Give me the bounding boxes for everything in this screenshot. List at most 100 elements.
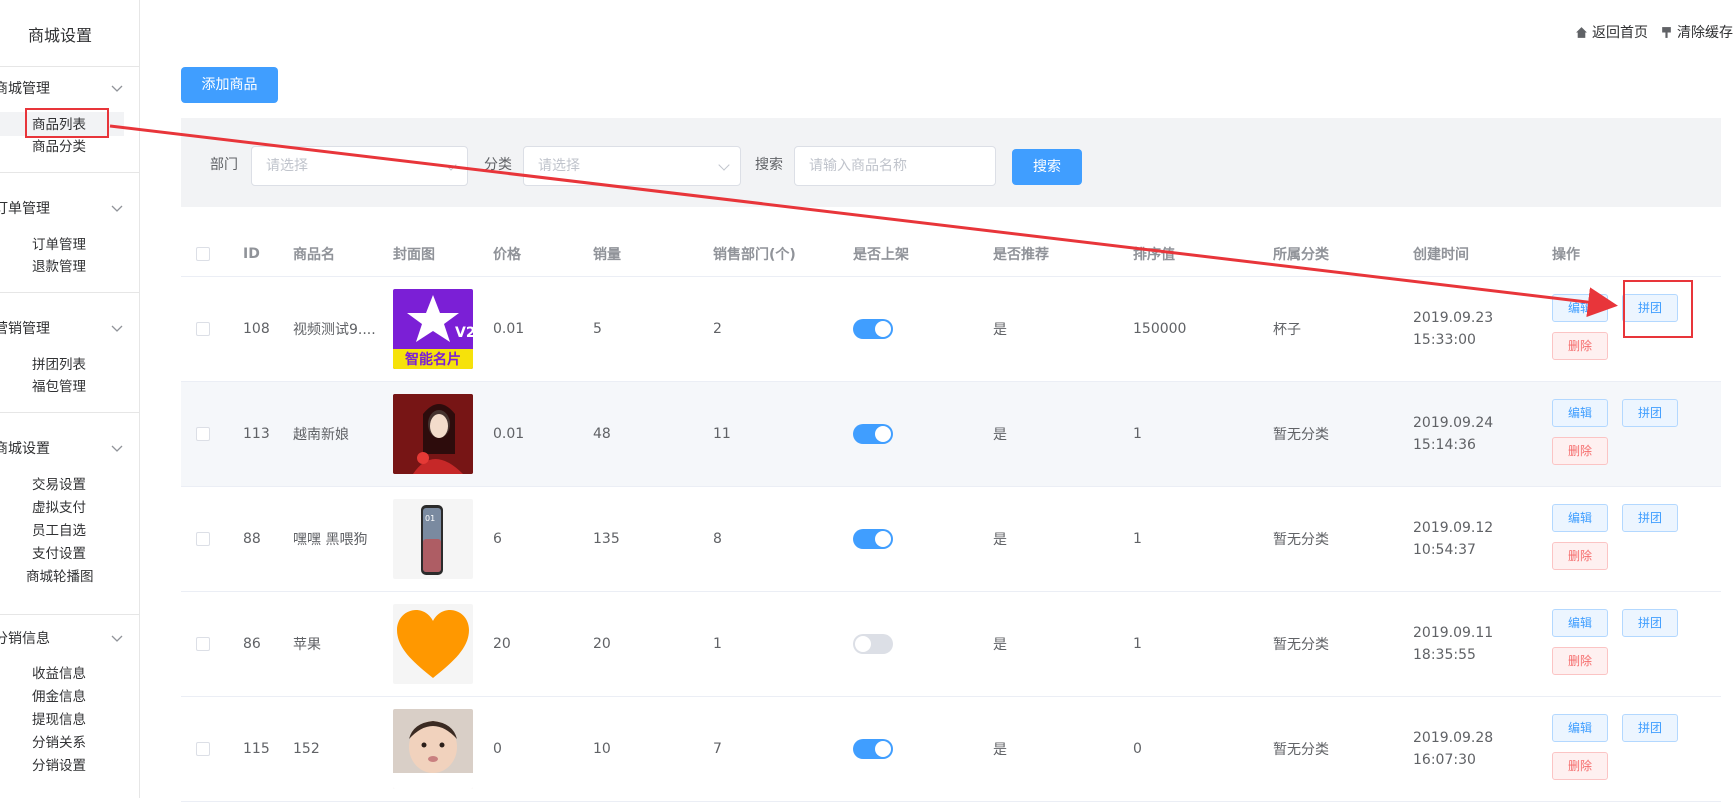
created-time: 15:33:00 — [1413, 331, 1476, 348]
filter-bar: 部门 请选择 分类 请选择 搜索 请输入商品名称 搜索 — [181, 118, 1721, 207]
created-date: 2019.09.12 — [1413, 519, 1494, 536]
dept-select[interactable]: 请选择 — [251, 146, 468, 186]
created-date: 2019.09.23 — [1413, 309, 1494, 326]
name-cell: 152 — [293, 696, 393, 802]
sidebar-item-refunds[interactable]: 退款管理 — [32, 256, 86, 278]
dept-label: 部门 — [210, 157, 238, 173]
chevron-down-icon — [111, 445, 123, 452]
listed-cell — [853, 486, 993, 592]
sidebar-item-commission[interactable]: 佣金信息 — [32, 686, 86, 708]
edit-button[interactable]: 编辑 — [1552, 293, 1608, 322]
cover-cell — [393, 696, 493, 802]
delete-button[interactable]: 删除 — [1552, 331, 1608, 360]
recommend-cell: 是 — [993, 381, 1133, 487]
toggle-knob — [855, 635, 871, 652]
sort-cell: 150000 — [1133, 276, 1273, 382]
cover-image: 01 — [393, 498, 473, 579]
table-header-row: ID 商品名 封面图 价格 销量 销售部门(个) 是否上架 是否推荐 排序值 所… — [181, 232, 1721, 277]
edit-button[interactable]: 编辑 — [1552, 398, 1608, 427]
row-select-cell — [181, 381, 243, 487]
edit-button[interactable]: 编辑 — [1552, 503, 1608, 532]
sidebar-item-orders[interactable]: 订单管理 — [32, 234, 86, 256]
column-header: 商品名 — [293, 232, 393, 277]
column-header: 所属分类 — [1273, 232, 1413, 277]
brush-icon — [1662, 26, 1671, 38]
cover-cell — [393, 381, 493, 487]
sidebar-item-trade-settings[interactable]: 交易设置 — [32, 474, 86, 496]
sidebar-item-virtual-pay[interactable]: 虚拟支付 — [32, 497, 86, 519]
select-all-cell — [181, 232, 243, 277]
sidebar-item-pay-settings[interactable]: 支付设置 — [32, 543, 86, 565]
sales-cell: 5 — [593, 276, 713, 382]
chevron-down-icon — [111, 85, 123, 92]
listed-cell — [853, 591, 993, 697]
listed-toggle[interactable] — [853, 423, 893, 444]
price-cell: 0.01 — [493, 276, 593, 382]
created-time: 10:54:37 — [1413, 541, 1476, 558]
sidebar-group-order-management[interactable]: 订单管理 — [0, 194, 124, 224]
home-link[interactable]: 返回首页 — [1575, 22, 1648, 42]
row-checkbox[interactable] — [196, 321, 210, 336]
listed-toggle[interactable] — [853, 528, 893, 549]
delete-button[interactable]: 删除 — [1552, 541, 1608, 570]
recommend-cell: 是 — [993, 591, 1133, 697]
category-select[interactable]: 请选择 — [523, 146, 741, 186]
search-input[interactable]: 请输入商品名称 — [794, 146, 996, 186]
chevron-down-icon — [718, 159, 730, 171]
sidebar-item-dist-settings[interactable]: 分销设置 — [32, 755, 86, 777]
divider — [0, 66, 139, 67]
id-cell: 113 — [243, 381, 293, 487]
row-select-cell — [181, 591, 243, 697]
depts-cell: 2 — [713, 276, 853, 382]
row-checkbox[interactable] — [196, 636, 210, 651]
sidebar-item-carousel[interactable]: 商城轮播图 — [26, 566, 94, 588]
edit-button[interactable]: 编辑 — [1552, 608, 1608, 637]
sidebar-item-staff-select[interactable]: 员工自选 — [32, 520, 86, 542]
group-buy-button[interactable]: 拼团 — [1622, 398, 1678, 427]
sidebar-group-distribution[interactable]: 分销信息 — [0, 624, 124, 654]
sidebar-item-relations[interactable]: 分销关系 — [32, 732, 86, 754]
group-buy-button[interactable]: 拼团 — [1622, 503, 1678, 532]
price-cell: 20 — [493, 591, 593, 697]
listed-cell — [853, 276, 993, 382]
listed-toggle[interactable] — [853, 633, 893, 654]
cover-image — [393, 603, 473, 684]
listed-toggle[interactable] — [853, 318, 893, 339]
sidebar-item-product-category[interactable]: 商品分类 — [32, 136, 86, 158]
group-label: 营销管理 — [0, 321, 50, 337]
table-row: 115 152 0 10 7 是 0 暂无分类 2019.09.28 16:07… — [181, 696, 1721, 802]
add-product-button[interactable]: 添加商品 — [181, 67, 278, 103]
recommend-cell: 是 — [993, 696, 1133, 802]
sidebar-item-lucky-bag[interactable]: 福包管理 — [32, 376, 86, 398]
delete-button[interactable]: 删除 — [1552, 751, 1608, 780]
search-button[interactable]: 搜索 — [1012, 149, 1082, 185]
cover-cell: V2 智能名片 — [393, 276, 493, 382]
column-header: 销售部门(个) — [713, 232, 853, 277]
group-buy-button[interactable]: 拼团 — [1622, 713, 1678, 742]
bride-photo-image — [393, 393, 473, 474]
row-select-cell — [181, 276, 243, 382]
row-checkbox[interactable] — [196, 531, 210, 546]
divider — [0, 172, 139, 173]
sidebar-group-marketing[interactable]: 营销管理 — [0, 314, 124, 344]
sidebar-item-income[interactable]: 收益信息 — [32, 663, 86, 685]
group-buy-button[interactable]: 拼团 — [1622, 608, 1678, 637]
sidebar-item-group-buy-list[interactable]: 拼团列表 — [32, 354, 86, 376]
row-checkbox[interactable] — [196, 741, 210, 756]
recommend-cell: 是 — [993, 486, 1133, 592]
clear-cache-link[interactable]: 清除缓存 — [1660, 22, 1733, 42]
ops-cell: 编辑 拼团 删除 — [1552, 486, 1721, 592]
edit-button[interactable]: 编辑 — [1552, 713, 1608, 742]
sidebar-group-mall-settings[interactable]: 商城设置 — [0, 434, 124, 464]
column-header: 是否上架 — [853, 232, 993, 277]
row-checkbox[interactable] — [196, 426, 210, 441]
select-all-checkbox[interactable] — [196, 246, 210, 261]
chevron-down-icon — [111, 205, 123, 212]
listed-toggle[interactable] — [853, 738, 893, 759]
listed-cell — [853, 381, 993, 487]
name-cell: 嘿嘿 黑喂狗 — [293, 486, 393, 592]
delete-button[interactable]: 删除 — [1552, 436, 1608, 465]
sidebar-item-withdraw[interactable]: 提现信息 — [32, 709, 86, 731]
delete-button[interactable]: 删除 — [1552, 646, 1608, 675]
sidebar-group-mall-management[interactable]: 商城管理 — [0, 74, 124, 104]
